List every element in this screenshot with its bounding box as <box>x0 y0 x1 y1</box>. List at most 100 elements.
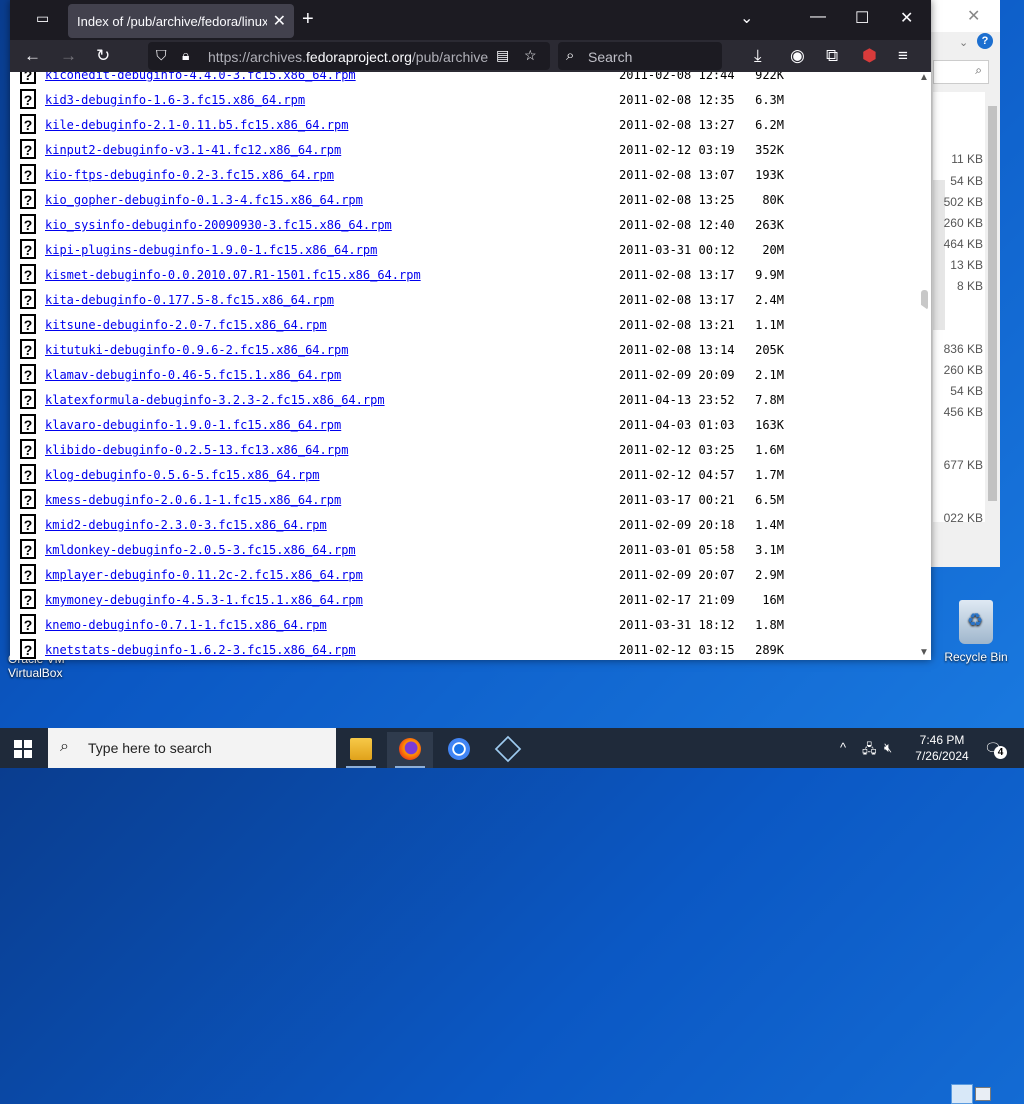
file-size: 289K <box>755 643 784 657</box>
minimize-button[interactable]: — <box>810 8 826 26</box>
file-link[interactable]: klavaro-debuginfo-1.9.0-1.fc15.x86_64.rp… <box>45 418 341 432</box>
virtualbox-icon[interactable] <box>485 732 531 768</box>
url-bar[interactable]: ⛉ 🔒︎ https://archives.fedoraproject.org/… <box>148 42 550 70</box>
file-unknown-icon: ? <box>20 72 36 84</box>
file-link[interactable]: klamav-debuginfo-0.46-5.fc15.1.x86_64.rp… <box>45 368 341 382</box>
list-all-tabs-icon[interactable]: ⌄ <box>740 8 753 28</box>
file-date: 2011-02-09 20:09 <box>619 368 735 382</box>
clock[interactable]: 7:46 PM 7/26/2024 <box>906 732 978 764</box>
bookmark-star-icon[interactable]: ☆ <box>524 47 537 64</box>
file-link[interactable]: klog-debuginfo-0.5.6-5.fc15.x86_64.rpm <box>45 468 320 482</box>
taskbar-search-input[interactable]: ⌕ Type here to search <box>48 728 336 768</box>
explorer-search-input[interactable]: ⌕ <box>933 60 989 84</box>
firefox-icon[interactable] <box>387 732 433 768</box>
extensions-icon[interactable]: ⧉ <box>826 46 838 66</box>
new-tab-button[interactable]: + <box>302 8 314 31</box>
browser-window: ▭ Index of /pub/archive/fedora/linux/ ✕ … <box>10 0 931 660</box>
desktop-icon-recycle-bin[interactable]: ♻ Recycle Bin <box>940 600 1012 664</box>
explorer-size-cell: 456 KB <box>943 405 983 419</box>
file-size: 1.7M <box>755 468 784 482</box>
file-explorer-icon[interactable] <box>338 732 384 768</box>
forward-icon[interactable]: → <box>60 46 77 66</box>
search-bar[interactable]: ⌕ Search <box>558 42 722 70</box>
file-date: 2011-04-13 23:52 <box>619 393 735 407</box>
file-size: 6.5M <box>755 493 784 507</box>
file-link[interactable]: kmymoney-debuginfo-4.5.3-1.fc15.1.x86_64… <box>45 593 363 607</box>
reader-view-icon[interactable]: ▤ <box>496 47 509 64</box>
clock-time: 7:46 PM <box>919 733 965 747</box>
file-link[interactable]: kitsune-debuginfo-2.0-7.fc15.x86_64.rpm <box>45 318 327 332</box>
details-view-icon[interactable] <box>951 1084 973 1104</box>
volume-muted-icon[interactable]: 🔇︎ <box>884 740 892 756</box>
reload-icon[interactable]: ↻ <box>96 46 110 66</box>
file-link[interactable]: kio_gopher-debuginfo-0.1.3-4.fc15.x86_64… <box>45 193 363 207</box>
ublock-icon[interactable]: ⬢ <box>862 46 877 66</box>
list-item: ? klibido-debuginfo-0.2.5-13.fc13.x86_64.… <box>20 439 910 464</box>
explorer-chevron-down-icon[interactable]: ⌄ <box>959 36 968 49</box>
lock-icon[interactable]: 🔒︎ <box>182 47 189 64</box>
file-link[interactable]: kitutuki-debuginfo-0.9.6-2.fc15.x86_64.r… <box>45 343 348 357</box>
scroll-down-icon[interactable]: ▼ <box>919 647 929 658</box>
list-item: ? kio_sysinfo-debuginfo-20090930-3.fc15.x… <box>20 214 910 239</box>
explorer-size-cell: 11 KB <box>951 152 983 166</box>
url-text[interactable]: https://archives.fedoraproject.org/pub/a… <box>208 49 488 65</box>
explorer-size-cell: 677 KB <box>943 458 983 472</box>
file-size: 1.6M <box>755 443 784 457</box>
notification-center-icon[interactable]: 🗨︎ 4 <box>984 740 1007 759</box>
file-date: 2011-03-17 00:21 <box>619 493 735 507</box>
explorer-close-icon[interactable]: ✕ <box>967 6 980 26</box>
file-link[interactable]: kile-debuginfo-2.1-0.11.b5.fc15.x86_64.r… <box>45 118 348 132</box>
file-unknown-icon: ? <box>20 464 36 484</box>
file-link[interactable]: kipi-plugins-debuginfo-1.9.0-1.fc15.x86_… <box>45 243 377 257</box>
downloads-icon[interactable]: ⤓ <box>754 46 762 66</box>
search-icon: ⌕ <box>566 47 575 64</box>
network-icon[interactable]: 🖧︎ <box>862 740 877 762</box>
file-link[interactable]: kinput2-debuginfo-v3.1-41.fc12.x86_64.rp… <box>45 143 341 157</box>
explorer-size-cell: 464 KB <box>943 237 983 251</box>
list-item: ? kio-ftps-debuginfo-0.2-3.fc15.x86_64.rp… <box>20 164 910 189</box>
file-link[interactable]: kmplayer-debuginfo-0.11.2c-2.fc15.x86_64… <box>45 568 363 582</box>
list-item: ? kmess-debuginfo-2.0.6.1-1.fc15.x86_64.r… <box>20 489 910 514</box>
help-icon[interactable]: ? <box>977 33 993 49</box>
file-date: 2011-02-09 20:07 <box>619 568 735 582</box>
large-icons-view-icon[interactable] <box>975 1087 991 1101</box>
tab-close-icon[interactable]: ✕ <box>273 11 286 31</box>
account-icon[interactable]: ◉ <box>790 46 805 66</box>
file-link[interactable]: kid3-debuginfo-1.6-3.fc15.x86_64.rpm <box>45 93 305 107</box>
file-link[interactable]: kita-debuginfo-0.177.5-8.fc15.x86_64.rpm <box>45 293 334 307</box>
file-date: 2011-02-12 03:25 <box>619 443 735 457</box>
back-icon[interactable]: ← <box>24 46 41 66</box>
file-size: 1.8M <box>755 618 784 632</box>
tab-list-icon[interactable]: ▭ <box>36 10 58 32</box>
tab-active[interactable]: Index of /pub/archive/fedora/linux/ ✕ <box>68 4 294 38</box>
file-link[interactable]: kismet-debuginfo-0.0.2010.07.R1-1501.fc1… <box>45 268 421 282</box>
show-hidden-icons-icon[interactable]: ^ <box>840 740 846 755</box>
file-link[interactable]: knemo-debuginfo-0.7.1-1.fc15.x86_64.rpm <box>45 618 327 632</box>
file-link[interactable]: kmldonkey-debuginfo-2.0.5-3.fc15.x86_64.… <box>45 543 356 557</box>
explorer-vertical-scrollbar[interactable] <box>985 92 999 522</box>
file-link[interactable]: kio_sysinfo-debuginfo-20090930-3.fc15.x8… <box>45 218 392 232</box>
list-item: ? kio_gopher-debuginfo-0.1.3-4.fc15.x86_6… <box>20 189 910 214</box>
list-item: ? kinput2-debuginfo-v3.1-41.fc12.x86_64.r… <box>20 139 910 164</box>
file-unknown-icon: ? <box>20 314 36 334</box>
file-size: 16M <box>762 593 784 607</box>
scroll-up-icon[interactable]: ▲ <box>919 72 929 83</box>
file-link[interactable]: kiconedit-debuginfo-4.4.0-3.fc15.x86_64.… <box>45 72 356 82</box>
explorer-scroll-thumb[interactable] <box>988 106 997 501</box>
file-unknown-icon: ? <box>20 164 36 184</box>
close-window-button[interactable]: ✕ <box>900 8 913 28</box>
file-link[interactable]: kio-ftps-debuginfo-0.2-3.fc15.x86_64.rpm <box>45 168 334 182</box>
page-vertical-scrollbar[interactable]: ▲ ▼ <box>917 72 931 660</box>
shield-icon[interactable]: ⛉ <box>156 47 167 64</box>
explorer-horizontal-scrollbar[interactable] <box>933 524 999 540</box>
chrome-icon[interactable] <box>436 732 482 768</box>
file-link[interactable]: klibido-debuginfo-0.2.5-13.fc13.x86_64.r… <box>45 443 348 457</box>
maximize-button[interactable]: ☐ <box>855 8 869 28</box>
file-link[interactable]: knetstats-debuginfo-1.6.2-3.fc15.x86_64.… <box>45 643 356 657</box>
file-link[interactable]: kmid2-debuginfo-2.3.0-3.fc15.x86_64.rpm <box>45 518 327 532</box>
list-item: ? kita-debuginfo-0.177.5-8.fc15.x86_64.rp… <box>20 289 910 314</box>
file-link[interactable]: klatexformula-debuginfo-3.2.3-2.fc15.x86… <box>45 393 385 407</box>
windows-start-icon[interactable] <box>14 740 32 758</box>
file-link[interactable]: kmess-debuginfo-2.0.6.1-1.fc15.x86_64.rp… <box>45 493 341 507</box>
menu-icon[interactable]: ≡ <box>898 46 908 66</box>
